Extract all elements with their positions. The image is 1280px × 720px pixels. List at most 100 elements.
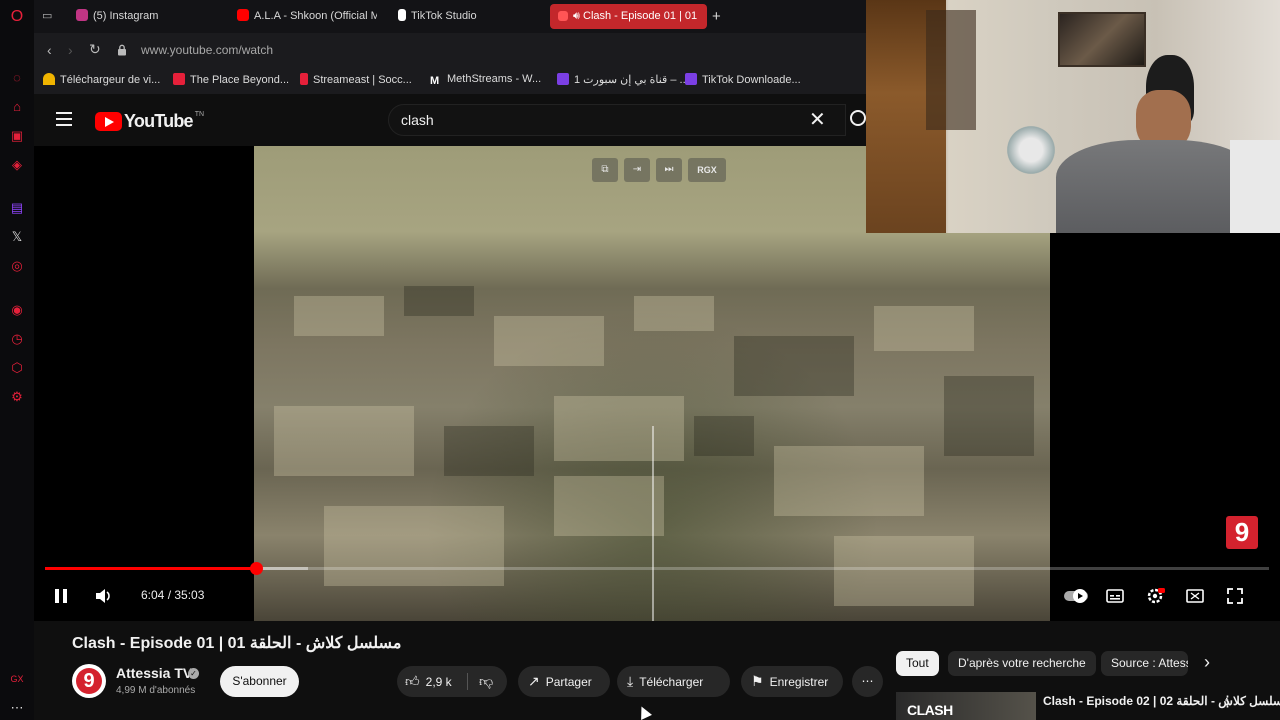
- progress-bar[interactable]: [45, 562, 1269, 575]
- download-button[interactable]: ⤓ Télécharger: [617, 666, 730, 697]
- bookmark-save-icon: ⚑: [751, 673, 764, 689]
- share-button[interactable]: ↗ Partager: [518, 666, 610, 697]
- next-video-thumbnail[interactable]: CLASH: [896, 692, 1036, 720]
- clear-search-button[interactable]: ✕: [809, 110, 826, 130]
- player-sidebar-icon[interactable]: ◉: [9, 302, 25, 318]
- opera-sidebar: O ◌ ⌂ ▣ ◈ ▤ 𝕏 ◎ ◉ ◷ ⬡ ⚙ GX ⋯: [0, 0, 34, 720]
- more-actions-button[interactable]: ⋯: [852, 666, 883, 697]
- youtube-play-icon: [95, 111, 122, 131]
- detach-icon[interactable]: ⇥: [624, 158, 650, 182]
- save-button[interactable]: ⚑ Enregistrer: [741, 666, 843, 697]
- subtitles-icon[interactable]: [1105, 586, 1125, 606]
- miniplayer-icon[interactable]: [1185, 586, 1205, 606]
- chip-all[interactable]: Tout: [896, 651, 939, 676]
- tab-ala-shkoon[interactable]: A.L.A - Shkoon (Official M...: [237, 4, 377, 29]
- fan: [1006, 120, 1056, 180]
- tab-instagram[interactable]: (5) Instagram: [76, 4, 224, 29]
- channel-name[interactable]: Attessia TV: [116, 665, 192, 681]
- url-field[interactable]: www.youtube.com/watch: [141, 43, 273, 57]
- chair: [1230, 140, 1280, 233]
- bookmarks-bar: Téléchargeur de vi... The Place Beyond..…: [34, 67, 866, 94]
- opera-logo-icon[interactable]: O: [9, 9, 25, 25]
- bookmark-icon: [300, 73, 308, 85]
- audio-icon[interactable]: 🔊︎: [573, 10, 583, 22]
- back-icon[interactable]: ‹: [47, 42, 52, 58]
- x-sidebar-icon[interactable]: 𝕏: [9, 229, 25, 245]
- chip-source-channel[interactable]: Source : Attessia TV: [1101, 651, 1188, 676]
- share-icon: ↗: [528, 673, 540, 689]
- like-button[interactable]: 👍︎ 2,9 k: [405, 666, 452, 698]
- tab-islands-icon[interactable]: ▭: [42, 9, 56, 23]
- region-code: TN: [194, 111, 205, 118]
- volume-icon[interactable]: [93, 586, 113, 606]
- bookmark-icon: [557, 73, 569, 85]
- time-display: 6:04 / 35:03: [141, 588, 205, 602]
- bookmark-icon: [43, 73, 55, 85]
- youtube-wordmark: YouTube: [124, 110, 194, 131]
- youtube-icon: [237, 9, 249, 21]
- bookmark-methstreams[interactable]: M MethStreams - W...: [430, 73, 541, 87]
- bookmark-bein-sport[interactable]: قناة بي إن سبورت 1 – ...: [557, 73, 689, 86]
- tiktok-icon: [398, 9, 406, 21]
- chevron-right-icon[interactable]: ›: [1204, 652, 1210, 673]
- autoplay-toggle[interactable]: [1063, 586, 1089, 606]
- rgx-button[interactable]: RGX: [688, 158, 726, 182]
- bookmark-telechargeur[interactable]: Téléchargeur de vi...: [43, 73, 160, 86]
- ai-aria-icon[interactable]: ◌: [9, 70, 25, 86]
- verified-icon: ✓: [188, 668, 199, 679]
- progress-played: [45, 567, 257, 570]
- bookmark-streameast[interactable]: Streameast | Socc...: [300, 73, 412, 86]
- bag-icon[interactable]: ⌂: [9, 99, 25, 115]
- new-tab-button[interactable]: +: [712, 4, 726, 29]
- person-hoodie: [1056, 140, 1256, 233]
- next-video-item[interactable]: CLASH Clash - Episode 02 | مسلسل كلاش - …: [896, 692, 1280, 720]
- pause-icon[interactable]: [51, 586, 71, 606]
- skip-icon[interactable]: ⏭: [656, 158, 682, 182]
- divider: [467, 673, 468, 690]
- search-box[interactable]: clash ✕: [388, 104, 846, 136]
- instagram-icon: [76, 9, 88, 21]
- settings-icon[interactable]: [1145, 586, 1165, 606]
- dislike-button[interactable]: 👎︎: [479, 666, 493, 697]
- subscribe-button[interactable]: S'abonner: [220, 666, 299, 697]
- mouse-cursor-icon: [636, 704, 652, 720]
- video-overlay-toolbar: ⧉ ⇥ ⏭ RGX: [592, 158, 726, 182]
- bookmark-icon: [685, 73, 697, 85]
- extensions-sidebar-icon[interactable]: ⬡: [9, 360, 25, 376]
- tab-tiktok-studio[interactable]: TikTok Studio: [398, 4, 538, 29]
- more-icon: ⋯: [861, 674, 874, 688]
- video-menu-icon[interactable]: ⋮: [1220, 692, 1235, 710]
- chip-related-search[interactable]: D'après votre recherche: [948, 651, 1096, 676]
- menu-icon[interactable]: [56, 112, 72, 126]
- popout-icon[interactable]: ⧉: [592, 158, 618, 182]
- history-sidebar-icon[interactable]: ◷: [9, 331, 25, 347]
- reload-icon[interactable]: ↻: [89, 41, 101, 58]
- bookmark-icon: M: [430, 75, 440, 87]
- forward-icon[interactable]: ›: [68, 42, 73, 58]
- fullscreen-icon[interactable]: [1225, 586, 1245, 606]
- search-input[interactable]: clash: [401, 112, 434, 128]
- search-icon[interactable]: [846, 104, 866, 136]
- settings-sidebar-icon[interactable]: ⚙: [9, 389, 25, 405]
- video-title: Clash - Episode 01 | مسلسل كلاش - الحلقة…: [72, 635, 402, 652]
- poster: [926, 10, 976, 130]
- bookmark-tiktok-downloader[interactable]: TikTok Downloade...: [685, 73, 801, 86]
- twitch-sidebar-icon[interactable]: ▤: [9, 200, 25, 216]
- like-dislike-group: 👍︎ 2,9 k 👎︎: [397, 666, 507, 697]
- download-icon: ⤓: [627, 673, 634, 689]
- bookmark-icon: [173, 73, 185, 85]
- bookmark-place-beyond[interactable]: The Place Beyond...: [173, 73, 289, 86]
- player-controls: 6:04 / 35:03: [34, 578, 1280, 614]
- messenger-sidebar-icon[interactable]: ◈: [9, 157, 25, 173]
- link-sidebar-icon[interactable]: ◎: [9, 258, 25, 274]
- gx-sidebar-icon[interactable]: GX: [9, 671, 25, 687]
- more-sidebar-icon[interactable]: ⋯: [9, 700, 25, 716]
- next-video-title[interactable]: Clash - Episode 02 | مسلسل كلاش - الحلقة…: [1043, 694, 1280, 708]
- channel-watermark[interactable]: 9: [1226, 516, 1258, 549]
- youtube-logo[interactable]: YouTube TN: [95, 111, 204, 131]
- instagram-sidebar-icon[interactable]: ▣: [9, 128, 25, 144]
- lock-icon[interactable]: [117, 43, 127, 56]
- address-bar: ‹ › ↻ www.youtube.com/watch: [34, 33, 866, 67]
- channel-avatar[interactable]: 9: [72, 664, 106, 698]
- tab-clash-episode[interactable]: 🔊︎ Clash - Episode 01 | 01: [550, 4, 707, 29]
